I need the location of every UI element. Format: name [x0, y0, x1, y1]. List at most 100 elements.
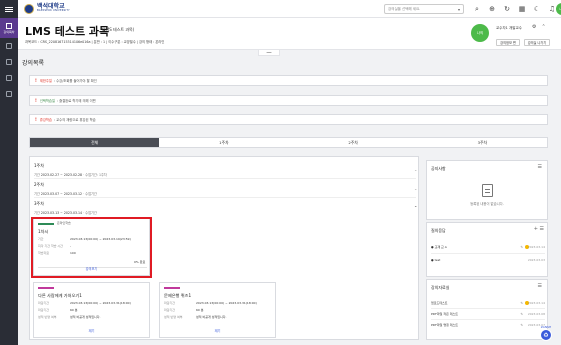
- add-list-icon[interactable]: + ☰: [534, 226, 544, 232]
- card-row-key: 마감기간: [38, 301, 50, 305]
- tab-week-2[interactable]: 2주차: [289, 138, 418, 147]
- card-row-key: 마감기간: [164, 308, 176, 312]
- chevron-up-icon[interactable]: ⌃: [414, 205, 417, 210]
- notice-key: 제한주일: [39, 79, 52, 83]
- rail-item-3[interactable]: [0, 70, 18, 86]
- resource-row[interactable]: PDF파일 명칭 테스트 ✎ 2023.03.07: [431, 323, 545, 327]
- settings-icon[interactable]: ⚙: [532, 24, 536, 30]
- resource-row[interactable]: 업로드테스트 ✎ 2023.03.14: [431, 301, 545, 305]
- hamburger-icon: [5, 8, 13, 10]
- moon-icon[interactable]: ☾: [532, 3, 542, 15]
- tab-week-3[interactable]: 3주차: [418, 138, 547, 147]
- week-date-label: 기간: [34, 211, 40, 215]
- week-tabs: 전체 1주차 2주차 3주차: [29, 137, 548, 148]
- resource-date: 2023.03.14: [527, 301, 545, 305]
- card-row-value: 60 분: [196, 308, 204, 312]
- notice-row: ! 선택학습일 : 출결완료 학기에 의해 이편: [29, 95, 548, 106]
- week-title: 2주차: [34, 182, 44, 187]
- professor-avatar: 나의: [471, 24, 489, 42]
- card-row: 마감기간 60 분: [164, 308, 204, 312]
- university-logo[interactable]: 백석대학교 BAEKSEOK UNIVERSITY: [24, 3, 70, 14]
- rail-item-lecture-list[interactable]: 강의목차: [0, 18, 18, 38]
- qa-date: 2023.03.03: [527, 258, 545, 262]
- toolbar-icons: ⌕ ⊕ ↻ ▦ ☾ ♫: [472, 3, 557, 15]
- notice-row: ! 제한주일 : 수강/조회를 들어가야 할 확인: [29, 75, 548, 86]
- user-avatar[interactable]: 나의: [556, 3, 561, 15]
- search-icon[interactable]: ⌕: [472, 3, 482, 15]
- board-icon: [6, 75, 12, 81]
- week-row[interactable]: 3주차 기간 2023.03.13 ~ 2023.03.14 · 수업기간 ⌃: [34, 201, 417, 215]
- header-icons: ⚙ ⌃: [532, 24, 546, 30]
- empty-text: 등록된 내용이 없습니다.: [470, 202, 504, 206]
- helper-badge-label: ZANSH: [540, 325, 552, 329]
- card-row-key: 마감기간: [38, 308, 50, 312]
- rail-item-4[interactable]: [0, 86, 18, 102]
- alert-icon: !: [35, 78, 37, 83]
- helper-badge[interactable]: ZANSH ♻: [536, 325, 556, 343]
- assignment-card: 다른 사람에게 가처오기1 마감기간 2023.03.13(00:00) ~ 20…: [33, 282, 150, 338]
- week-row[interactable]: 2주차 기간 2023.03.07 ~ 2023.03.12 · 수업기간 ⌄: [34, 182, 417, 196]
- paperclip-icon: ✎: [520, 301, 523, 305]
- card-row-key: 마감기간: [164, 301, 176, 305]
- refresh-icon[interactable]: ↻: [502, 3, 512, 15]
- list-icon: [6, 22, 12, 29]
- grid-icon[interactable]: ▦: [517, 3, 527, 15]
- card-row: 마감기간 60 분: [38, 308, 78, 312]
- course-select[interactable]: 강의실을 선택해 세요. ▾: [384, 4, 464, 14]
- list-more-icon[interactable]: ☰: [538, 164, 542, 170]
- week-date-label: 기간: [34, 173, 40, 177]
- card-row-value: 2023.03.13(00:00) ~ 2023.03.31(18:00): [196, 301, 257, 305]
- empty-document-icon: [482, 184, 493, 197]
- card-title: 문제은행 퀴즈1: [164, 293, 192, 298]
- logo-text-en: BAEKSEOK UNIVERSITY: [37, 9, 70, 13]
- tab-all[interactable]: 전체: [30, 138, 160, 147]
- qa-panel: 질의응답 + ☰ ● 교재 교 A ✎ 2023.03.14 ● test 20…: [426, 222, 548, 277]
- card-row-value: 2023.03.13(00:00) ~ 2023.03.31(18:00): [70, 301, 131, 305]
- course-info-button[interactable]: 강의정보 편: [496, 39, 520, 46]
- chat-icon: [6, 91, 12, 97]
- resource-date: 2023.03.08: [527, 312, 545, 316]
- course-select-placeholder: 강의실을 선택해 세요.: [388, 6, 421, 11]
- week-date-range: 2023.02.27 ~ 2023.02.28: [40, 173, 83, 177]
- chevron-down-icon[interactable]: ⌄: [414, 167, 417, 172]
- week-row[interactable]: 1주차 기간 2023.02.27 ~ 2023.02.28 · 수업기간: 1…: [34, 163, 417, 177]
- card-row: 성적 반영 여부 성적 비공개 성적입니다.: [164, 315, 226, 319]
- card-accent-bar: [164, 287, 180, 289]
- list-more-icon[interactable]: ☰: [538, 283, 542, 289]
- rail-item-label: 강의목차: [3, 29, 15, 34]
- zoom-icon[interactable]: ⊕: [487, 3, 497, 15]
- left-rail: 강의목차: [0, 0, 18, 345]
- qa-row[interactable]: ● 교재 교 A ✎ 2023.03.14: [431, 245, 545, 249]
- exit-lecture-button[interactable]: 강의실 나가기: [524, 39, 550, 46]
- notice-key: 휴강학습: [39, 118, 52, 122]
- chevron-down-icon[interactable]: ⌄: [414, 186, 417, 191]
- week-date-range: 2023.03.13 ~ 2023.03.14: [40, 211, 83, 215]
- chevron-up-icon[interactable]: ⌃: [541, 24, 545, 30]
- card-row-value: 60 분: [70, 308, 78, 312]
- rail-item-2[interactable]: [0, 54, 18, 70]
- rail-item-1[interactable]: [0, 38, 18, 54]
- qa-title: ● test: [431, 258, 441, 262]
- submit-link[interactable]: 제기: [34, 328, 149, 333]
- notice-row: ! 휴강학습 : 교수의 재량으로 휴강된 학습: [29, 114, 548, 125]
- week-extra: · 수업기간: [83, 192, 97, 196]
- course-header: LMS 테스트 과목 (LMS 테스트 과목) 과목코드 : CRS_22081…: [18, 18, 561, 50]
- card-row: 마감기간 2023.03.13(00:00) ~ 2023.03.31(18:00…: [38, 301, 131, 305]
- submit-link[interactable]: 제기: [160, 328, 275, 333]
- card-row: 마감기간 2023.03.13(00:00) ~ 2023.03.31(18:00…: [164, 301, 257, 305]
- qa-row[interactable]: ● test 2023.03.03: [431, 258, 545, 262]
- collapse-header-handle[interactable]: ━━: [258, 50, 280, 56]
- book-icon: [6, 43, 12, 49]
- resource-title: 업로드테스트: [431, 301, 448, 305]
- menu-toggle-button[interactable]: [0, 0, 18, 18]
- course-meta: 과목코드 : CRS_220816715314106e016a | 분반 : 1…: [25, 40, 165, 44]
- course-title: LMS 테스트 과목: [25, 25, 110, 38]
- resource-row[interactable]: PDF파일 작은 테스트 ✎ 2023.03.08: [431, 312, 545, 316]
- chevron-down-icon: ▾: [457, 7, 460, 12]
- logo-emblem-icon: [24, 3, 34, 14]
- week-dates: 기간 2023.03.07 ~ 2023.03.12 · 수업기간: [34, 191, 97, 196]
- line: [485, 189, 490, 190]
- alert-icon: !: [35, 98, 37, 103]
- tab-week-1[interactable]: 1주차: [159, 138, 288, 147]
- card-accent-bar: [38, 287, 54, 289]
